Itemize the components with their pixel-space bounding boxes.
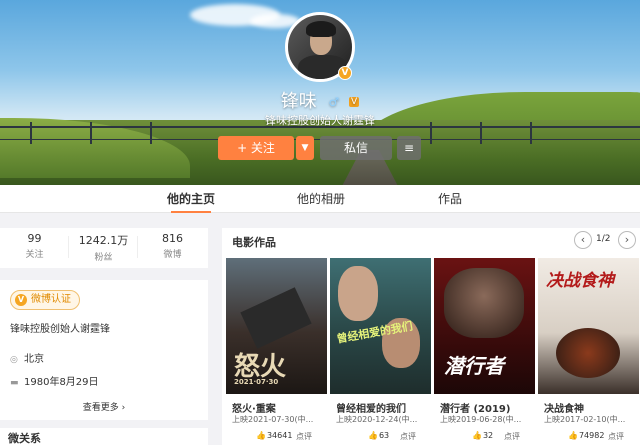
movie-release-date: 上映2021-07-30(中... <box>232 415 314 424</box>
location-text: 北京 <box>24 354 44 365</box>
movie-poster[interactable]: 决战食神 <box>538 258 639 394</box>
movie-likes[interactable]: 👍34641 <box>256 431 292 440</box>
movie-likes[interactable]: 👍32 <box>472 431 493 440</box>
movie-poster[interactable]: 潜行者 <box>434 258 535 394</box>
verified-description: 锋味控股创始人谢霆锋 <box>10 324 110 335</box>
poster-art <box>338 266 378 321</box>
verified-v-icon: V <box>15 294 27 306</box>
verified-tag-label: 微博认证 <box>31 294 71 305</box>
profile-info-card: V 微博认证 锋味控股创始人谢霆锋 ◎ 北京 ▬ 1980年8月29日 查看更多 › <box>0 280 208 420</box>
next-page-button[interactable]: › <box>618 231 636 249</box>
location-row: ◎ 北京 <box>10 350 44 365</box>
movie-works-panel: 电影作品 ‹ 1/2 › 怒火 2021·07·30 怒火·重案 上映2021-… <box>222 228 640 445</box>
thumbs-up-icon: 👍 <box>368 431 378 440</box>
movie-title[interactable]: 怒火·重案 <box>232 400 276 415</box>
birthday-text: 1980年8月29日 <box>24 377 99 388</box>
movie-review-link[interactable]: 点评 <box>504 431 520 442</box>
view-more-link[interactable]: 查看更多 › <box>0 400 208 413</box>
more-menu-button[interactable]: ≡ <box>397 136 421 160</box>
pager: ‹ 1/2 › <box>574 231 636 249</box>
tab-works[interactable]: 作品 <box>425 185 475 213</box>
stat-value: 99 <box>27 232 42 245</box>
movie-works-title: 电影作品 <box>232 236 276 249</box>
movie-release-date: 上映2019-06-28(中... <box>440 415 522 424</box>
movie-review-link[interactable]: 点评 <box>608 431 624 442</box>
stat-label: 微博 <box>163 250 182 260</box>
profile-bio: 锋味控股创始人谢霆锋 <box>265 114 375 127</box>
vip-level-icon: V <box>349 97 360 107</box>
movie-title[interactable]: 潜行者 (2019) <box>440 400 510 415</box>
like-count: 32 <box>482 431 494 440</box>
movie-review-link[interactable]: 点评 <box>296 431 312 442</box>
birthday-row: ▬ 1980年8月29日 <box>10 373 99 388</box>
location-pin-icon: ◎ <box>10 355 18 365</box>
thumbs-up-icon: 👍 <box>256 431 266 440</box>
movie-likes[interactable]: 👍74982 <box>568 431 604 440</box>
movie-release-date: 上映2017-02-10(中... <box>544 415 626 424</box>
stat-value: 1242.1万 <box>78 234 129 247</box>
verified-badge-icon: V <box>338 66 352 80</box>
poster-art <box>240 287 312 349</box>
like-count: 74982 <box>578 431 605 440</box>
verified-tag[interactable]: V 微博认证 <box>10 290 80 310</box>
stat-label: 粉丝 <box>94 253 113 263</box>
thumbs-up-icon: 👍 <box>568 431 578 440</box>
movie-review-link[interactable]: 点评 <box>400 431 416 442</box>
stat-label: 关注 <box>25 250 44 260</box>
like-count: 34641 <box>266 431 293 440</box>
tab-home[interactable]: 他的主页 <box>160 185 222 213</box>
prev-page-button[interactable]: ‹ <box>574 231 592 249</box>
stat-followers[interactable]: 1242.1万 粉丝 <box>69 232 138 263</box>
page-indicator: 1/2 <box>596 234 611 244</box>
poster-art <box>444 268 524 338</box>
movie-release-date: 上映2020-12-24(中... <box>336 415 418 424</box>
movie-poster[interactable]: 怒火 2021·07·30 <box>226 258 327 394</box>
movie-card[interactable]: 曾经相爱的我们 曾经相爱的我们 上映2020-12-24(中... 👍63 点评 <box>330 258 431 445</box>
movie-poster[interactable]: 曾经相爱的我们 <box>330 258 431 394</box>
tab-album[interactable]: 他的相册 <box>290 185 352 213</box>
follow-dropdown-button[interactable]: ▼ <box>296 136 314 160</box>
poster-art <box>556 328 620 378</box>
relations-section-title: 微关系 <box>0 428 208 445</box>
stat-following[interactable]: 99 关注 <box>0 232 69 260</box>
cake-icon: ▬ <box>10 378 19 388</box>
profile-tab-bar: 他的主页 他的相册 作品 <box>0 185 640 213</box>
like-count: 63 <box>378 431 390 440</box>
profile-name-row: 锋味 ♂ V <box>0 87 640 113</box>
follow-button[interactable]: + 关注 <box>218 136 294 160</box>
stat-value: 816 <box>162 232 183 245</box>
movie-title[interactable]: 决战食神 <box>544 400 584 415</box>
gender-male-icon: ♂ <box>328 95 340 109</box>
avatar-hair <box>306 21 336 37</box>
movie-card[interactable]: 怒火 2021·07·30 怒火·重案 上映2021-07-30(中... 👍3… <box>226 258 327 445</box>
message-button[interactable]: 私信 <box>320 136 392 160</box>
movie-likes[interactable]: 👍63 <box>368 431 389 440</box>
stat-posts[interactable]: 816 微博 <box>138 232 207 260</box>
movie-card[interactable]: 潜行者 潜行者 (2019) 上映2019-06-28(中... 👍32 点评 <box>434 258 535 445</box>
poster-title: 潜行者 <box>444 354 504 378</box>
poster-date: 2021·07·30 <box>234 378 279 386</box>
profile-name: 锋味 <box>280 91 317 112</box>
movie-card[interactable]: 决战食神 决战食神 上映2017-02-10(中... 👍74982 点评 <box>538 258 639 445</box>
poster-title: 决战食神 <box>546 271 614 291</box>
profile-stats: 99 关注 1242.1万 粉丝 816 微博 <box>0 228 208 268</box>
thumbs-up-icon: 👍 <box>472 431 482 440</box>
movie-title[interactable]: 曾经相爱的我们 <box>336 400 406 415</box>
